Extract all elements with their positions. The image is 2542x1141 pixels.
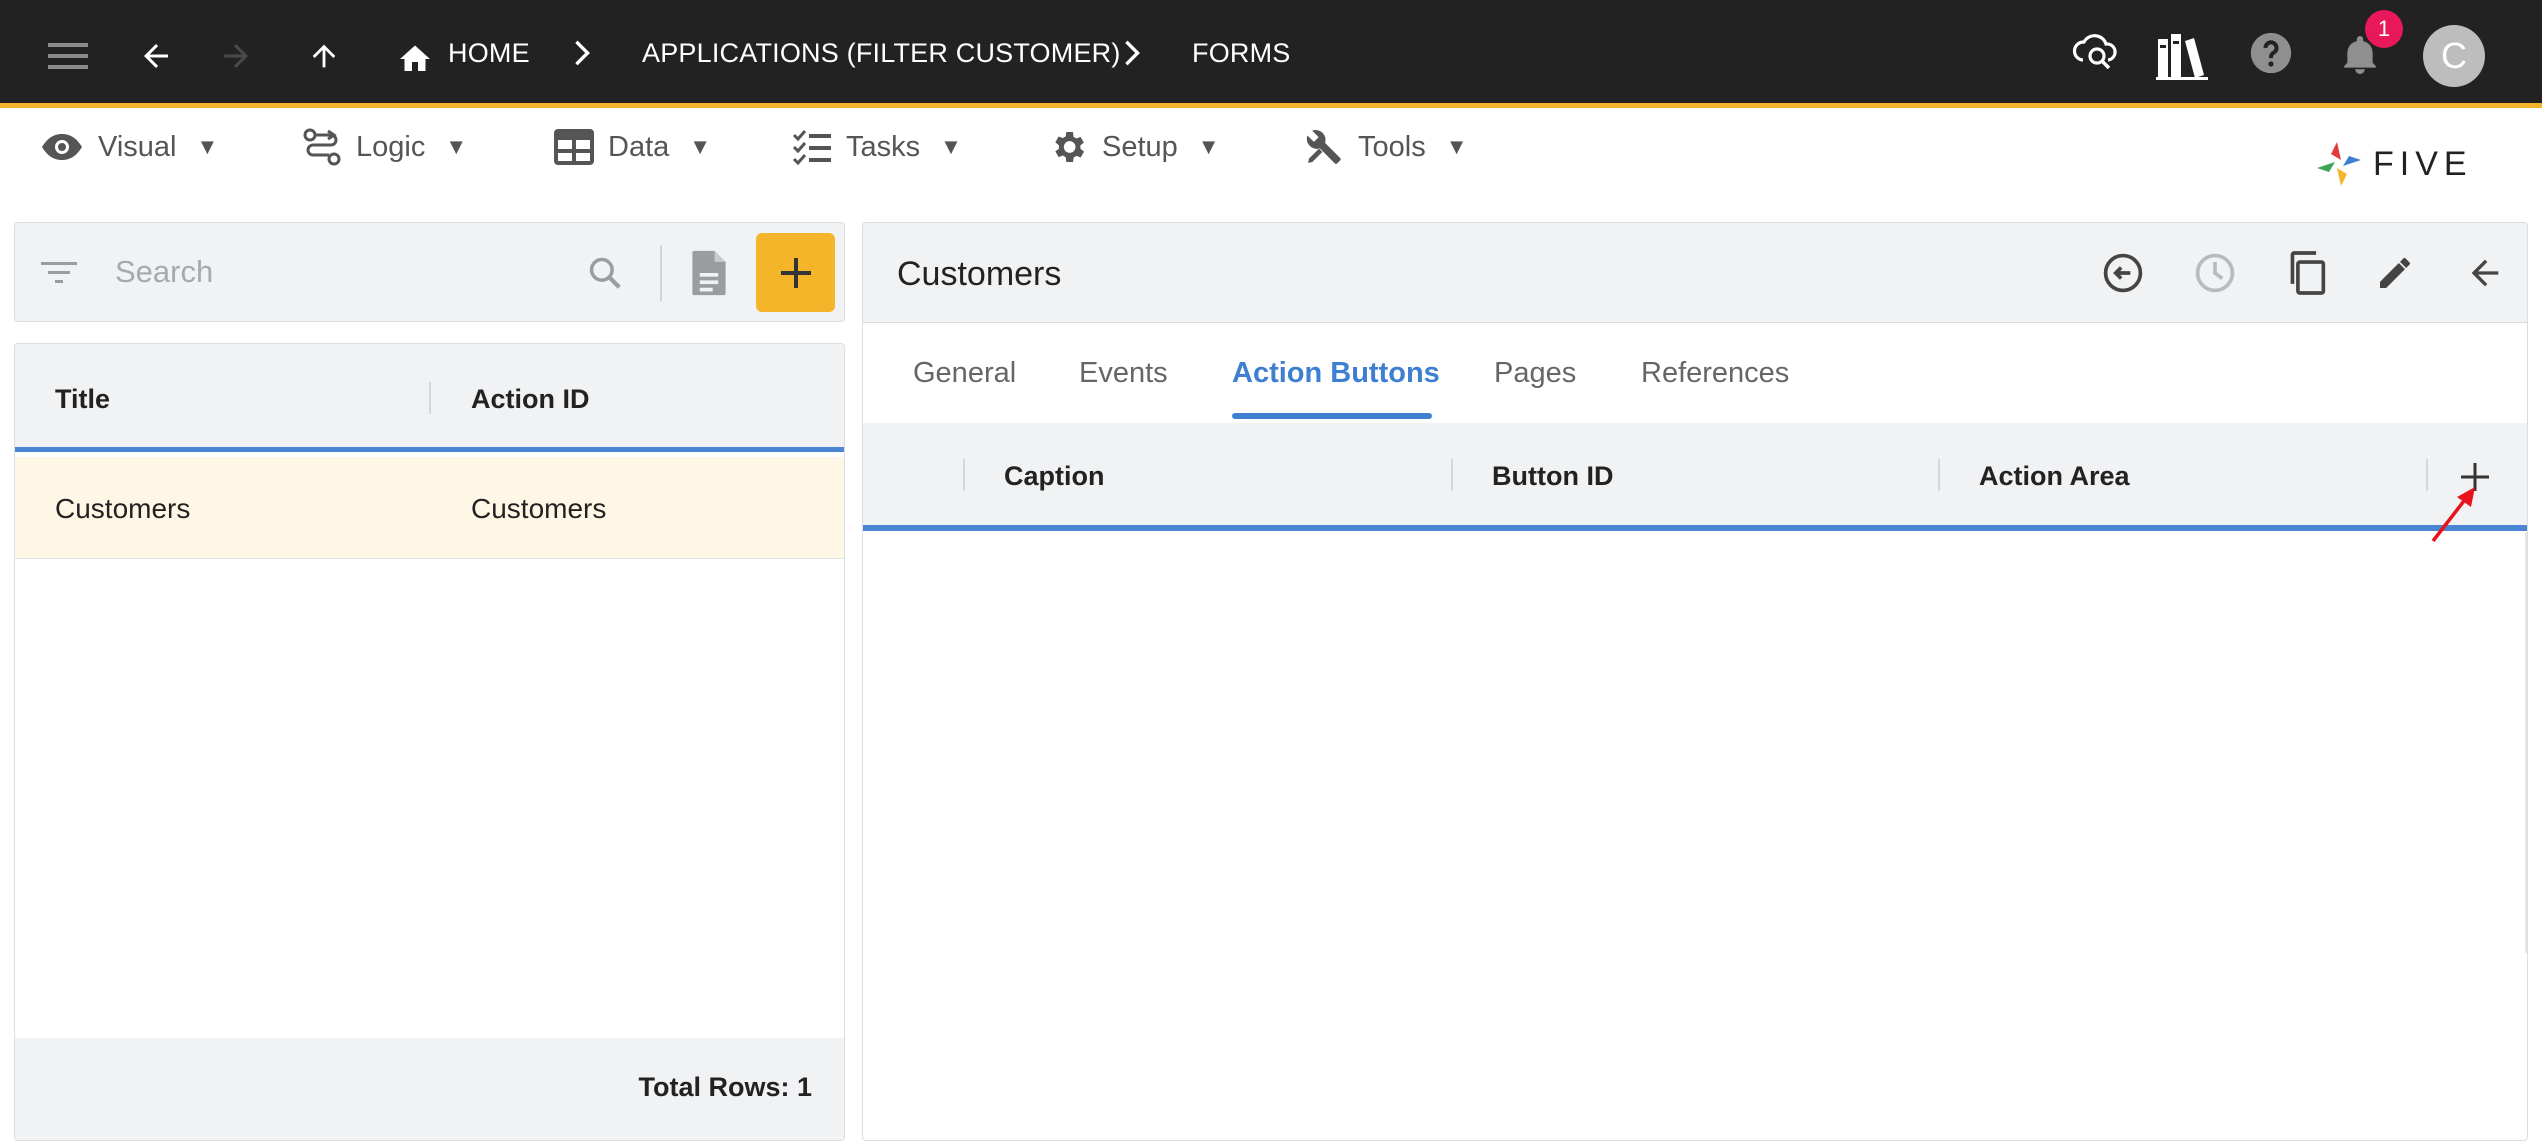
tab-events[interactable]: Events (1079, 357, 1168, 390)
column-header-action-id[interactable]: Action ID (471, 384, 590, 415)
caret-down-icon: ▼ (1197, 134, 1220, 159)
menu-setup[interactable]: Setup ▼ (1048, 124, 1220, 170)
table-row[interactable]: Customers Customers (15, 457, 844, 559)
column-header-title[interactable]: Title (55, 384, 110, 415)
form-detail-panel: Customers General Events Action Buttons … (862, 222, 2528, 1141)
eye-icon (42, 134, 82, 160)
chevron-right-icon (1120, 38, 1144, 68)
menu-logic[interactable]: Logic ▼ (302, 124, 467, 170)
annotation-arrow-icon (2431, 487, 2475, 543)
five-logo: FIVE (2315, 140, 2473, 188)
menu-tools[interactable]: Tools ▼ (1304, 124, 1467, 170)
menu-visual[interactable]: Visual ▼ (40, 124, 218, 170)
top-app-bar: HOME APPLICATIONS (FILTER CUSTOMER) FORM… (0, 0, 2542, 108)
menu-logic-label: Logic (356, 130, 426, 163)
cell-title: Customers (55, 493, 191, 524)
column-divider (429, 382, 431, 414)
copy-icon[interactable] (2281, 247, 2333, 299)
home-icon[interactable] (396, 38, 434, 74)
scrollbar-track[interactable] (2525, 533, 2527, 953)
document-icon[interactable] (687, 247, 731, 299)
tab-pages[interactable]: Pages (1494, 357, 1576, 390)
caret-down-icon: ▼ (689, 134, 712, 159)
breadcrumb-applications[interactable]: APPLICATIONS (FILTER CUSTOMER) (642, 38, 1121, 69)
cloud-search-icon[interactable] (2070, 26, 2120, 76)
hamburger-menu-icon[interactable] (44, 36, 92, 76)
column-divider (1938, 459, 1940, 491)
menu-setup-label: Setup (1102, 130, 1178, 163)
detail-header: Customers (863, 223, 2527, 323)
filter-icon[interactable] (39, 253, 79, 293)
column-header-action-area[interactable]: Action Area (1979, 461, 2130, 492)
menu-tasks[interactable]: Tasks ▼ (792, 124, 962, 170)
detail-tabs: General Events Action Buttons Pages Refe… (863, 323, 2527, 423)
search-toolbar (14, 222, 845, 322)
toolbar-divider (660, 245, 662, 301)
records-list: Title Action ID Customers Customers Tota… (14, 343, 845, 1141)
column-divider (1451, 459, 1453, 491)
column-header-button-id[interactable]: Button ID (1492, 461, 1613, 492)
five-logo-text: FIVE (2373, 144, 2473, 183)
search-icon[interactable] (583, 251, 627, 295)
logic-flow-icon (303, 128, 341, 166)
back-arrow-icon[interactable] (136, 36, 176, 76)
breadcrumb-forms[interactable]: FORMS (1192, 38, 1291, 69)
restore-history-icon[interactable] (2097, 247, 2149, 299)
column-divider (963, 459, 965, 491)
table-icon (554, 129, 594, 165)
tab-general[interactable]: General (913, 357, 1016, 390)
chevron-right-icon (570, 38, 594, 68)
help-icon[interactable] (2248, 30, 2294, 76)
caret-down-icon: ▼ (940, 134, 962, 159)
checklist-icon (792, 130, 831, 165)
cell-action-id: Customers (471, 493, 607, 524)
action-buttons-grid-header: Caption Button ID Action Area (863, 423, 2527, 531)
close-panel-arrow-icon[interactable] (2459, 247, 2511, 299)
tools-icon (1306, 130, 1341, 164)
list-footer: Total Rows: 1 (15, 1038, 844, 1140)
books-library-icon[interactable] (2156, 30, 2208, 82)
breadcrumb-home[interactable]: HOME (448, 38, 530, 69)
up-arrow-icon[interactable] (304, 36, 344, 76)
page-title: Customers (897, 255, 1062, 293)
edit-pencil-icon[interactable] (2369, 247, 2421, 299)
add-record-button[interactable] (756, 233, 835, 312)
gear-icon (1055, 132, 1084, 162)
menu-data-label: Data (608, 130, 670, 163)
clock-icon (2189, 247, 2241, 299)
caret-down-icon: ▼ (1445, 134, 1468, 159)
forward-arrow-icon (216, 36, 256, 76)
column-header-caption[interactable]: Caption (1004, 461, 1105, 492)
notification-count-badge: 1 (2365, 10, 2403, 48)
total-rows-label: Total Rows: 1 (638, 1072, 812, 1102)
plus-icon (780, 257, 811, 288)
search-input[interactable] (115, 249, 575, 295)
caret-down-icon: ▼ (196, 134, 219, 159)
menu-data[interactable]: Data ▼ (554, 124, 711, 170)
user-avatar[interactable]: C (2423, 25, 2485, 87)
menu-visual-label: Visual (98, 130, 177, 163)
list-header: Title Action ID (15, 344, 844, 452)
caret-down-icon: ▼ (445, 134, 468, 159)
five-logo-mark-icon (2317, 142, 2361, 186)
menu-tools-label: Tools (1358, 130, 1426, 163)
active-tab-indicator (1232, 413, 1432, 419)
tab-references[interactable]: References (1641, 357, 1789, 390)
tab-action-buttons[interactable]: Action Buttons (1232, 357, 1440, 390)
menu-tasks-label: Tasks (846, 130, 921, 163)
